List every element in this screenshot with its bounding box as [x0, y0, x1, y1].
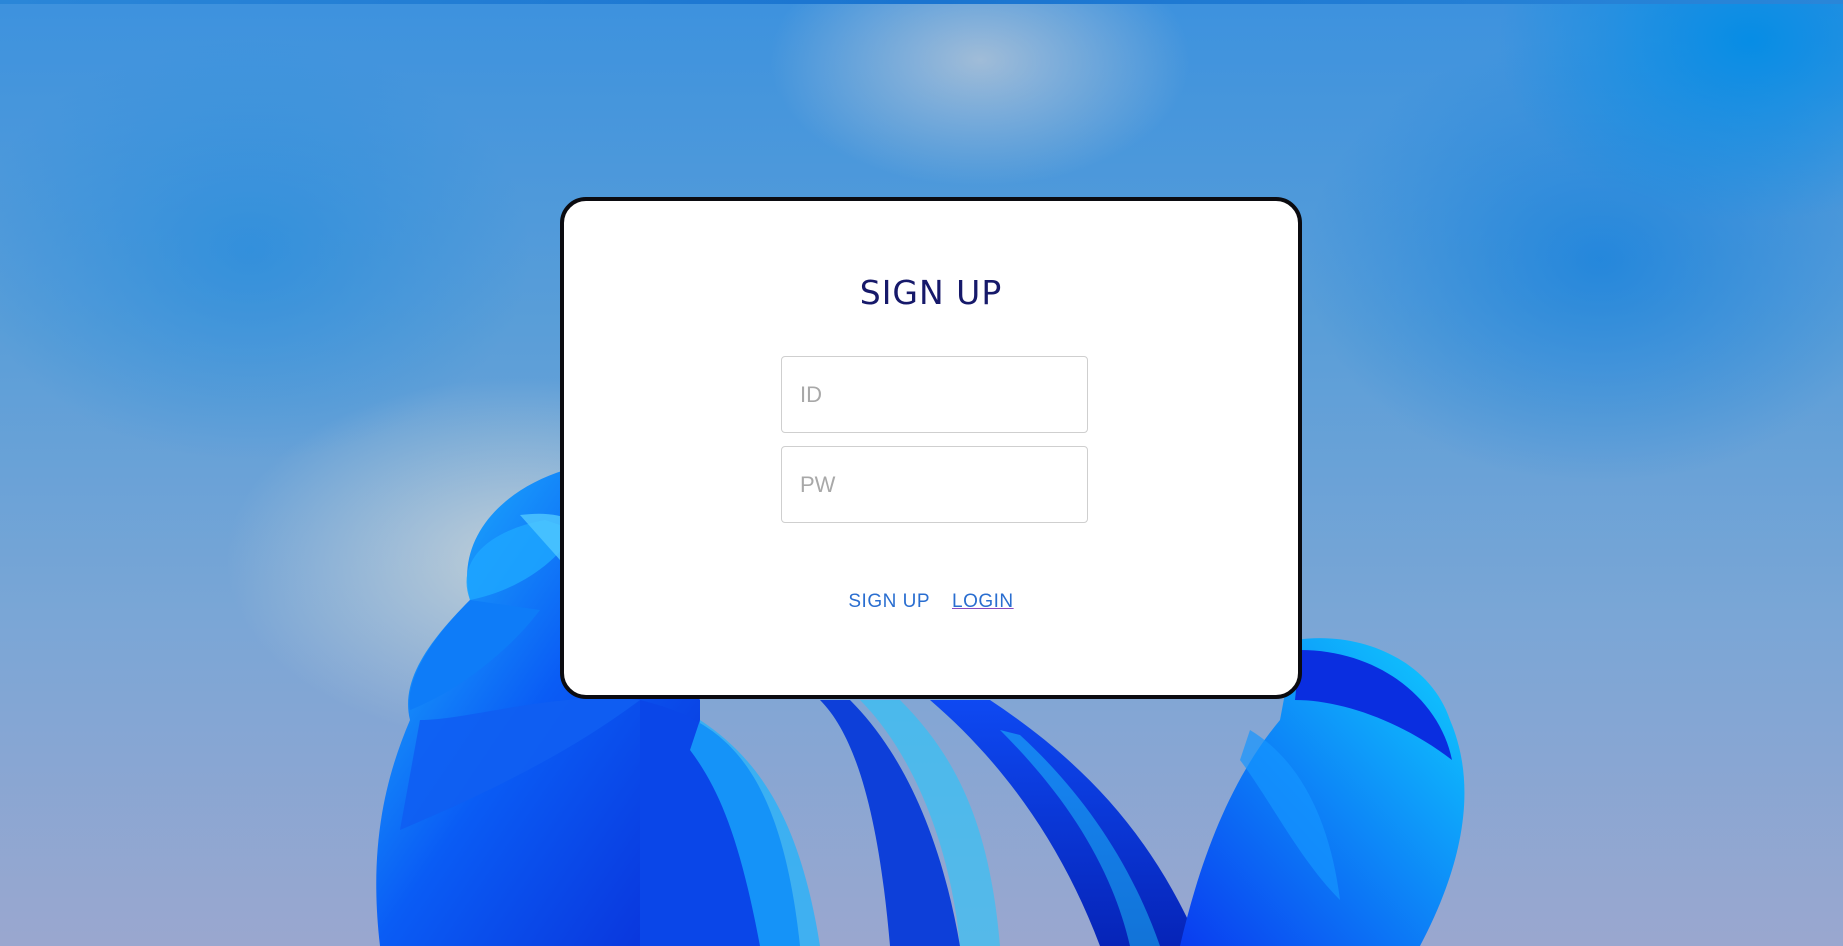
login-link[interactable]: LOGIN: [952, 591, 1014, 613]
top-edge-line: [0, 0, 1843, 4]
password-input[interactable]: [781, 446, 1088, 523]
signup-button[interactable]: SIGN UP: [848, 591, 930, 613]
signup-card: SIGN UP SIGN UP LOGIN: [560, 197, 1302, 699]
card-actions: SIGN UP LOGIN: [564, 591, 1298, 613]
id-input[interactable]: [781, 356, 1088, 433]
card-title: SIGN UP: [859, 273, 1003, 312]
